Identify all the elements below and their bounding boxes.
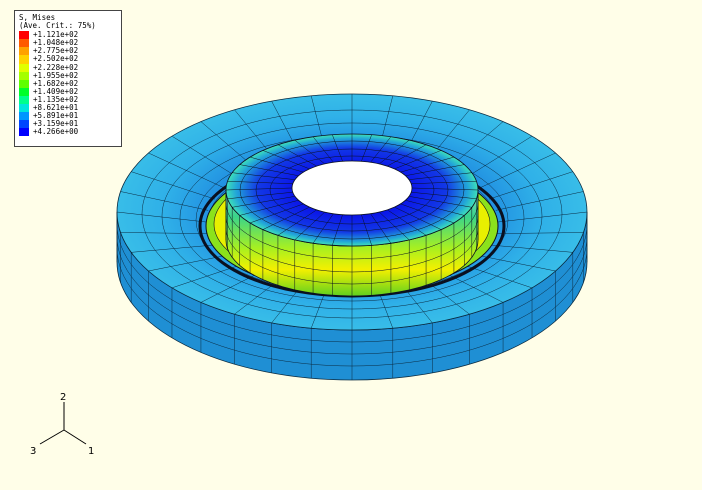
- legend-swatch: [19, 120, 29, 129]
- legend-entry: +4.266e+00: [19, 127, 117, 137]
- legend-swatch: [19, 95, 29, 105]
- legend-swatch: [19, 79, 29, 88]
- axis-triad: 2 3 1: [30, 392, 94, 457]
- triad-axis-3-label: 3: [30, 446, 36, 457]
- legend-value: +4.266e+00: [33, 127, 79, 137]
- triad-axis-1-label: 1: [88, 446, 94, 457]
- contour-legend: S, Mises (Ave. Crit.: 75%) +1.121e+02 +1.…: [14, 10, 122, 147]
- legend-swatch: [19, 47, 29, 56]
- legend-rows: +1.121e+02 +1.048e+02 +2.775e+02 +2.502e+02…: [19, 31, 117, 137]
- legend-subtitle: (Ave. Crit.: 75%): [19, 21, 96, 31]
- legend-swatch: [19, 128, 29, 137]
- legend-swatch: [19, 63, 29, 72]
- legend-swatch: [19, 39, 29, 48]
- triad-axis-2-label: 2: [60, 392, 66, 403]
- legend-swatch: [19, 104, 29, 113]
- legend-swatch: [19, 55, 29, 64]
- center-bore: [291, 160, 413, 216]
- legend-swatch: [19, 31, 29, 40]
- legend-swatch: [19, 87, 29, 96]
- legend-swatch: [19, 112, 29, 121]
- legend-swatch: [19, 71, 29, 80]
